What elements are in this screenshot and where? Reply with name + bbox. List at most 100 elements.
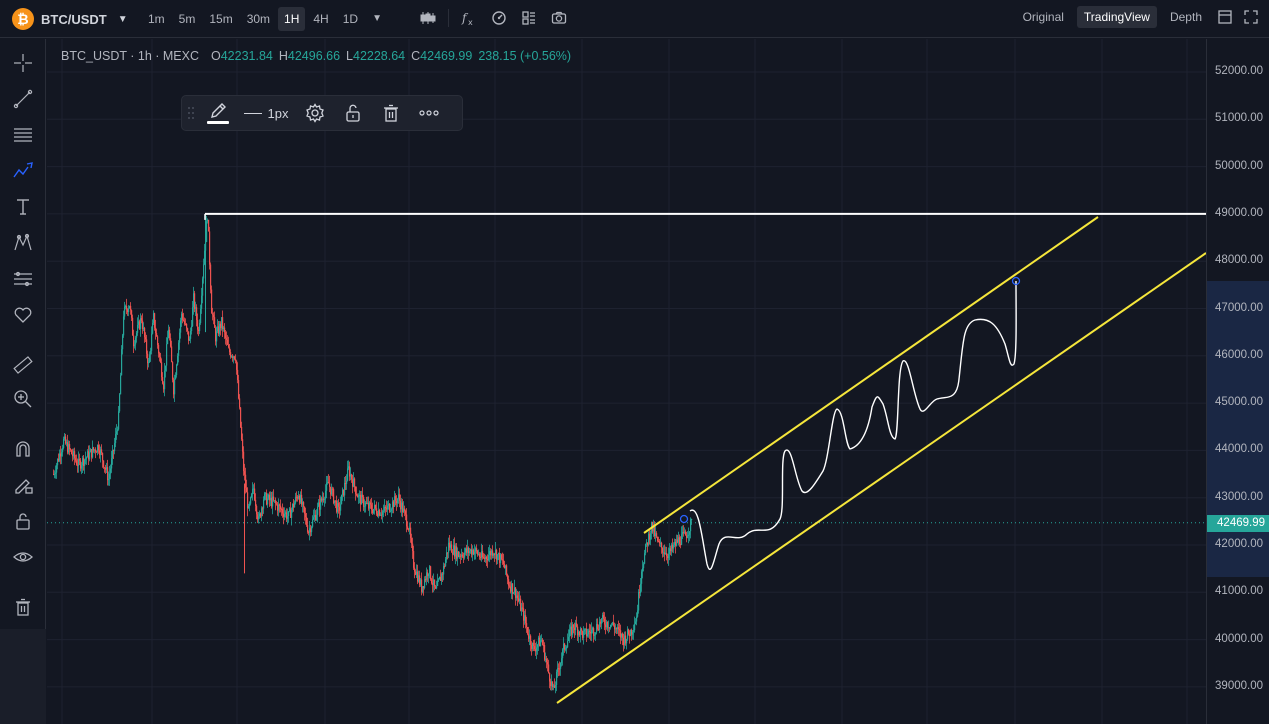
candle-body bbox=[249, 503, 251, 506]
view-depth-button[interactable]: Depth bbox=[1163, 6, 1209, 28]
chart-pane[interactable]: BTC_USDT · 1h · MEXC O42231.84 H42496.66 L4… bbox=[47, 39, 1206, 724]
interval-more-chevron-icon[interactable]: ▼ bbox=[366, 7, 388, 31]
candle-body bbox=[661, 542, 663, 548]
candle-body bbox=[346, 480, 348, 484]
candle-body bbox=[438, 579, 440, 581]
interval-1d[interactable]: 1D bbox=[337, 7, 364, 31]
candle-body bbox=[464, 552, 466, 558]
candle-body bbox=[101, 449, 103, 453]
candle-body bbox=[690, 519, 692, 532]
candle-body bbox=[146, 339, 148, 354]
view-original-button[interactable]: Original bbox=[1016, 6, 1071, 28]
candle-body bbox=[688, 534, 690, 536]
interval-4h[interactable]: 4H bbox=[307, 7, 334, 31]
candle-body bbox=[341, 494, 343, 505]
measure-tool-icon[interactable] bbox=[11, 267, 35, 291]
candle-body bbox=[276, 503, 278, 505]
indicators-icon[interactable]: fx bbox=[459, 8, 479, 28]
more-icon[interactable] bbox=[410, 95, 448, 131]
price-axis[interactable]: 52000.00 51000.00 50000.00 49000.00 48000.00… bbox=[1206, 39, 1269, 724]
candle-body bbox=[245, 474, 247, 488]
interval-15m[interactable]: 15m bbox=[203, 7, 238, 31]
gear-icon[interactable] bbox=[296, 95, 334, 131]
interval-1m[interactable]: 1m bbox=[142, 7, 171, 31]
magnet-icon[interactable] bbox=[11, 437, 35, 461]
candle-body bbox=[536, 647, 538, 652]
chevron-down-icon: ▼ bbox=[117, 13, 128, 25]
candle-body bbox=[632, 631, 634, 635]
candles-icon[interactable] bbox=[418, 8, 438, 28]
candle-body bbox=[227, 339, 229, 345]
candle-body bbox=[486, 556, 488, 560]
candle-body bbox=[583, 631, 585, 638]
fullscreen-icon[interactable] bbox=[1241, 7, 1261, 27]
unlock-icon[interactable] bbox=[334, 95, 372, 131]
price-tick-label: 45000.00 bbox=[1215, 396, 1263, 409]
favorites-heart-icon[interactable] bbox=[11, 303, 35, 327]
pencil-color-button[interactable] bbox=[200, 95, 236, 131]
candle-body bbox=[437, 580, 439, 587]
candle-body bbox=[338, 503, 340, 507]
candle-body bbox=[638, 592, 640, 611]
crosshair-icon[interactable] bbox=[11, 51, 35, 75]
candle-body bbox=[503, 560, 505, 565]
candle-body bbox=[141, 318, 143, 321]
drag-handle-icon[interactable] bbox=[182, 95, 200, 131]
layout-icon[interactable] bbox=[519, 8, 539, 28]
camera-icon[interactable] bbox=[549, 8, 569, 28]
line-width-button[interactable]: 1px bbox=[236, 95, 296, 131]
candle-body bbox=[634, 624, 636, 631]
interval-30m[interactable]: 30m bbox=[241, 7, 276, 31]
candle-body bbox=[351, 474, 353, 480]
candle-body bbox=[317, 506, 319, 515]
ruler-icon[interactable] bbox=[11, 353, 35, 377]
candle-body bbox=[200, 308, 202, 323]
view-tradingview-button[interactable]: TradingView bbox=[1076, 6, 1157, 28]
candle-body bbox=[544, 645, 546, 660]
brush-draw-icon[interactable] bbox=[11, 159, 35, 183]
zoom-in-icon[interactable] bbox=[11, 387, 35, 411]
candle-body bbox=[61, 452, 63, 457]
legend-low: 42228.64 bbox=[353, 49, 406, 63]
candle-body bbox=[197, 319, 199, 330]
last-price-label: 42469.99 bbox=[1207, 515, 1269, 532]
candle-body bbox=[673, 545, 675, 549]
candle-body bbox=[151, 333, 153, 351]
pattern-tool-icon[interactable] bbox=[11, 231, 35, 255]
candle-body bbox=[591, 629, 593, 634]
candle-body bbox=[206, 221, 208, 243]
interval-1h[interactable]: 1H bbox=[278, 7, 306, 31]
candle-body bbox=[159, 353, 161, 357]
trash-icon[interactable] bbox=[372, 95, 410, 131]
trash-icon[interactable] bbox=[11, 595, 35, 619]
price-tick-label: 40000.00 bbox=[1215, 632, 1263, 645]
candle-body bbox=[236, 360, 238, 370]
text-tool-icon[interactable] bbox=[11, 195, 35, 219]
candle-body bbox=[556, 671, 558, 685]
candle-body bbox=[148, 362, 150, 364]
price-chart[interactable] bbox=[47, 39, 1206, 724]
horizontal-lines-icon[interactable] bbox=[11, 123, 35, 147]
price-tick-label: 47000.00 bbox=[1215, 301, 1263, 314]
candle-body bbox=[242, 439, 244, 452]
eye-icon[interactable] bbox=[11, 545, 35, 569]
price-tick-label: 49000.00 bbox=[1215, 206, 1263, 219]
candle-body bbox=[373, 508, 375, 513]
settings-icon[interactable] bbox=[489, 8, 509, 28]
candle-body bbox=[189, 338, 191, 341]
interval-5m[interactable]: 5m bbox=[173, 7, 202, 31]
lock-icon[interactable] bbox=[11, 509, 35, 533]
candle-body bbox=[180, 320, 182, 333]
candle-body bbox=[216, 331, 218, 342]
trend-line-icon[interactable] bbox=[11, 87, 35, 111]
candle-body bbox=[69, 444, 71, 450]
lock-drawings-pencil-icon[interactable] bbox=[11, 473, 35, 497]
candle-body bbox=[117, 429, 119, 432]
panel-layout-icon[interactable] bbox=[1215, 7, 1235, 27]
candle-body bbox=[70, 449, 72, 451]
symbol-selector[interactable]: ₿ BTC/USDT ▼ bbox=[12, 8, 128, 30]
candle-body bbox=[235, 359, 237, 361]
candle-body bbox=[573, 624, 575, 628]
price-tick-label: 52000.00 bbox=[1215, 65, 1263, 77]
candle-body bbox=[569, 629, 571, 637]
